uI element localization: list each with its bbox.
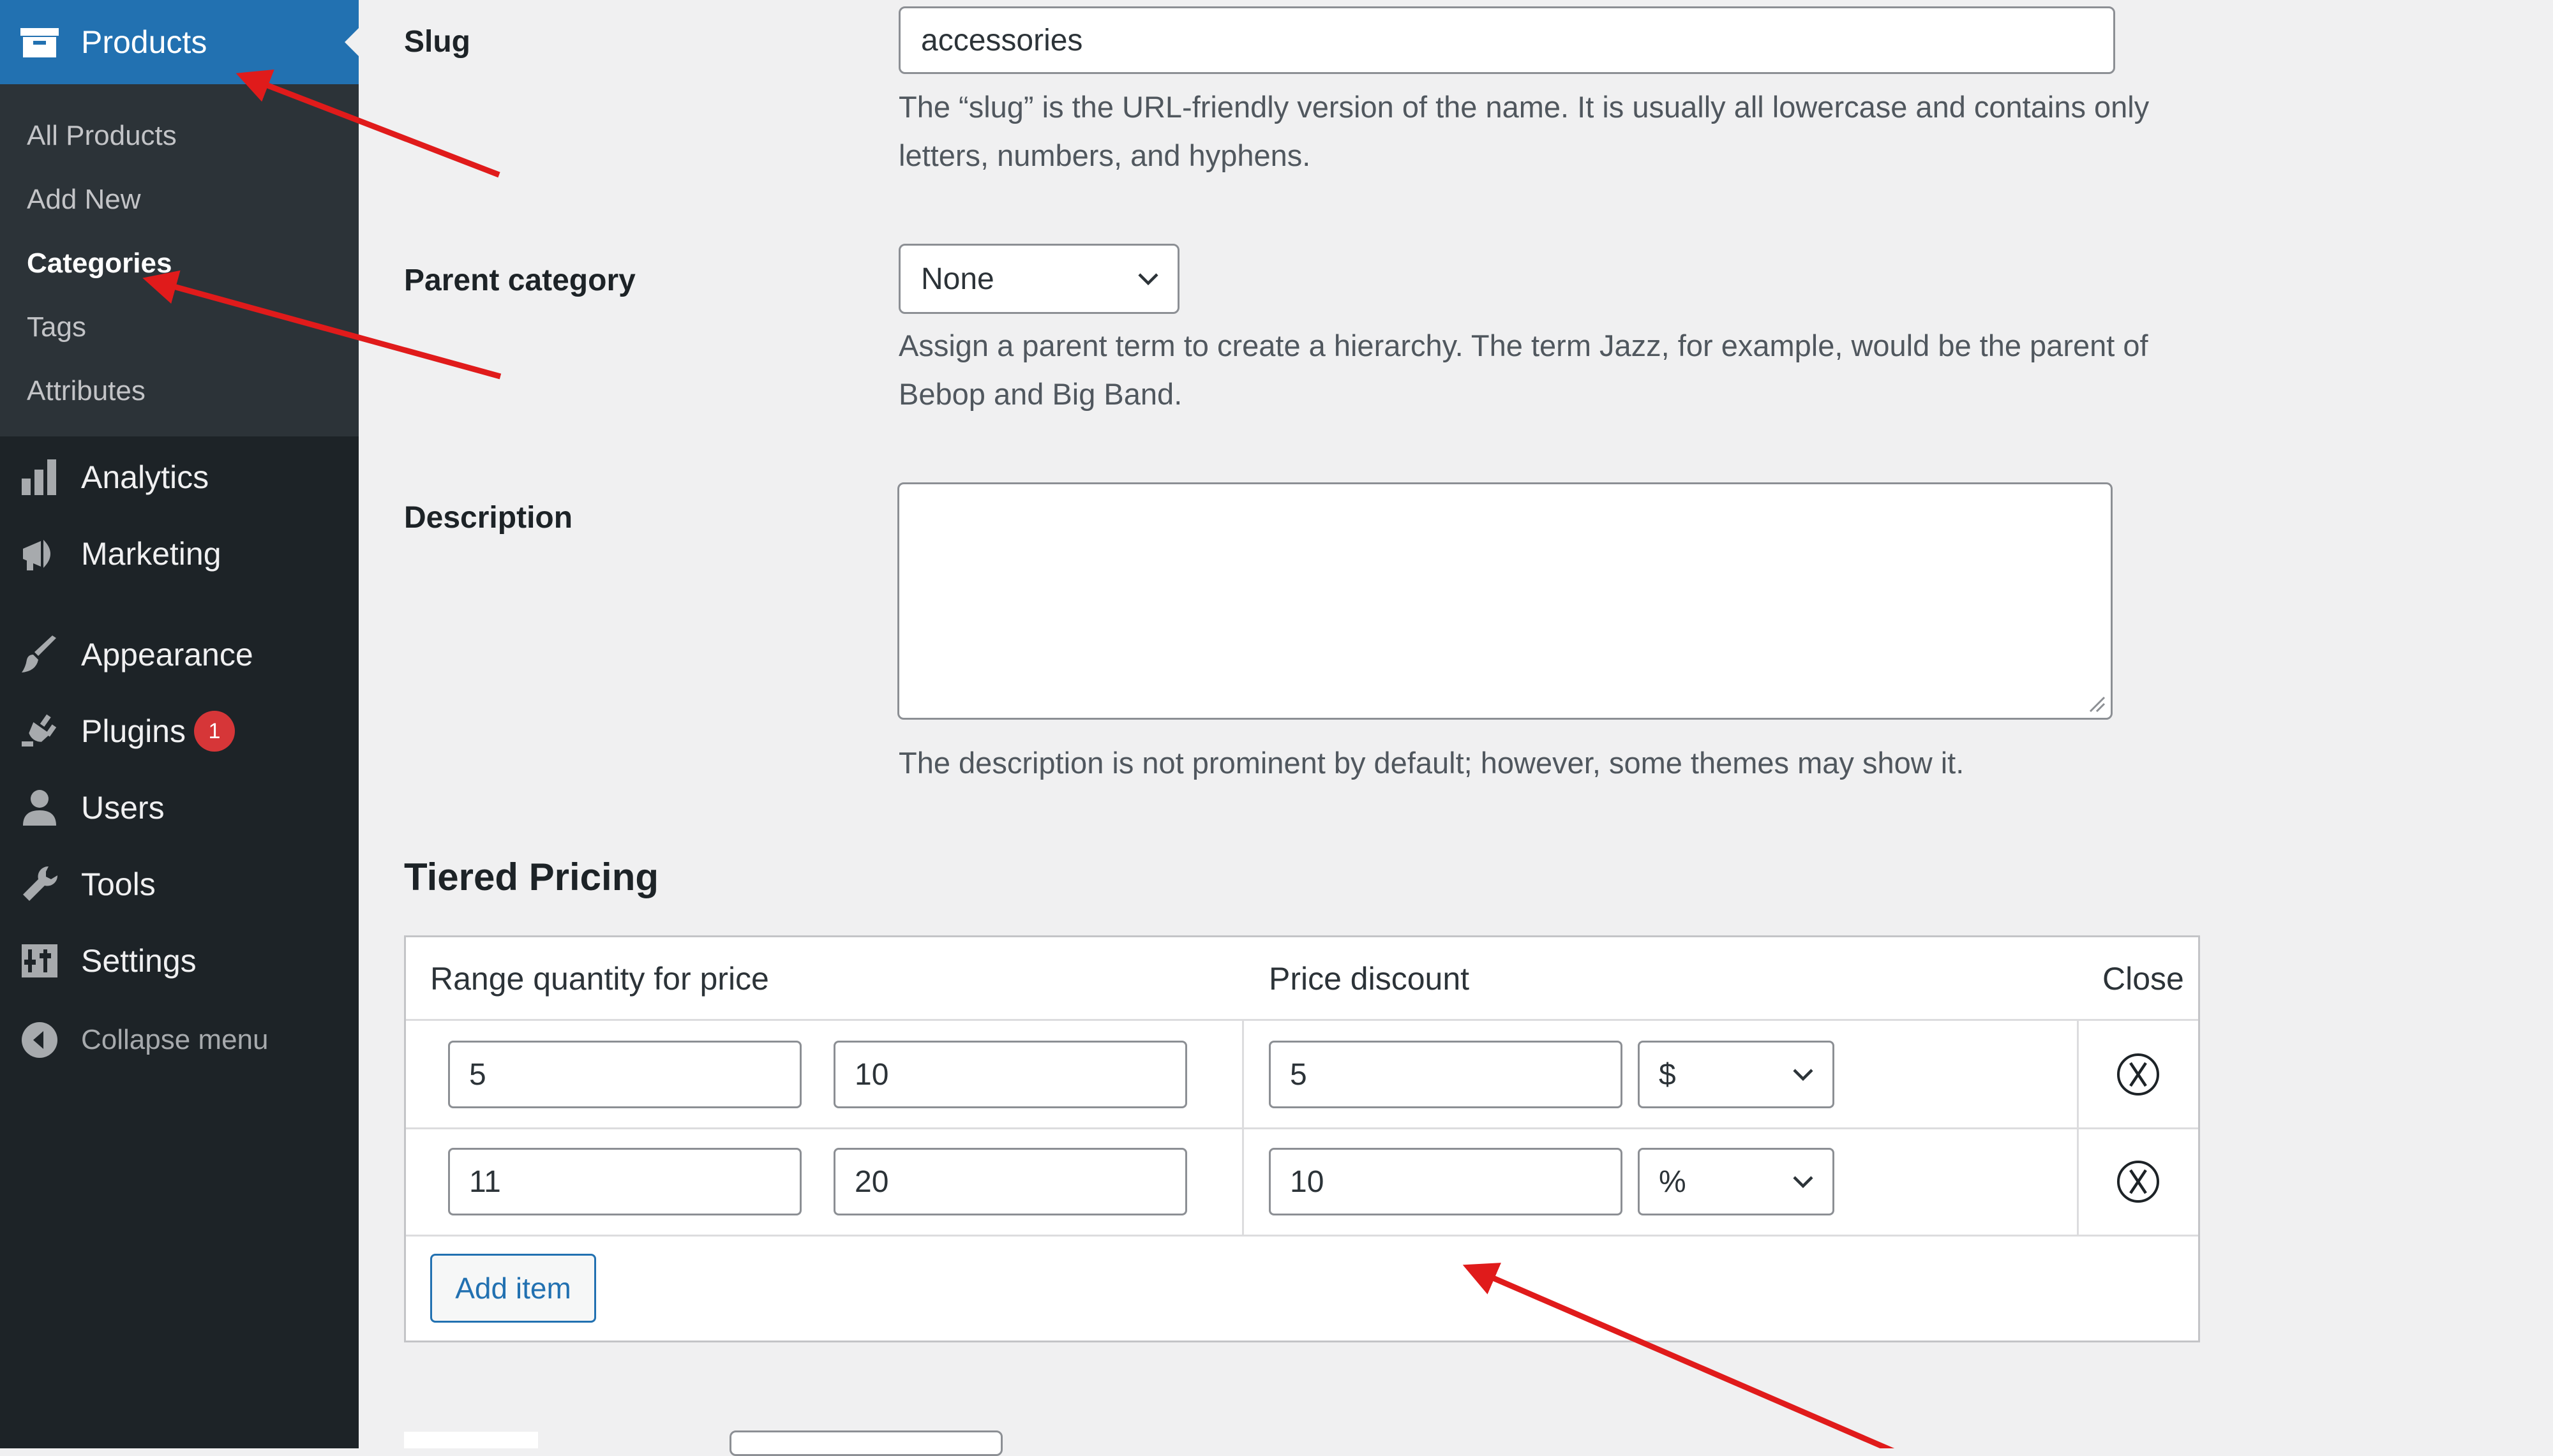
tier-discount-input[interactable]: 5: [1269, 1041, 1622, 1108]
parent-category-value: None: [921, 262, 994, 296]
products-submenu: All Products Add New Categories Tags Att…: [0, 84, 359, 436]
chevron-down-icon: [1793, 1069, 1813, 1081]
submenu-tags[interactable]: Tags: [27, 311, 86, 343]
resize-grip-icon[interactable]: [2086, 694, 2106, 713]
row-divider: [406, 1127, 2198, 1129]
tier-discount-input[interactable]: 10: [1269, 1148, 1622, 1215]
tier-discount-type-select[interactable]: %: [1638, 1148, 1834, 1215]
parent-category-select[interactable]: None: [899, 244, 1179, 314]
paintbrush-icon: [19, 634, 60, 675]
menu-settings-label: Settings: [81, 943, 197, 979]
menu-users-label: Users: [81, 790, 165, 826]
submenu-categories[interactable]: Categories: [27, 248, 172, 279]
add-item-button[interactable]: Add item: [430, 1254, 596, 1323]
submenu-attributes[interactable]: Attributes: [27, 375, 146, 407]
header-price-discount: Price discount: [1269, 961, 1470, 997]
tier-max-quantity-input[interactable]: 10: [834, 1041, 1187, 1108]
collapse-menu-label: Collapse menu: [81, 1024, 269, 1055]
menu-marketing-label: Marketing: [81, 536, 221, 572]
wrench-icon: [19, 864, 60, 905]
tier-min-quantity-input[interactable]: 5: [448, 1041, 802, 1108]
menu-appearance-label: Appearance: [81, 637, 253, 672]
chevron-down-icon: [1138, 273, 1158, 286]
tiered-pricing-table: Range quantity for price Price discount …: [404, 935, 2200, 1342]
field-partial[interactable]: [730, 1430, 1003, 1456]
menu-settings[interactable]: Settings: [0, 923, 359, 999]
menu-users[interactable]: Users: [0, 769, 359, 846]
update-count-badge: 1: [194, 711, 235, 752]
chevron-down-icon: [1793, 1176, 1813, 1189]
tier-discount-type-select[interactable]: $: [1638, 1041, 1834, 1108]
header-close: Close: [2102, 961, 2184, 997]
slug-input[interactable]: accessories: [899, 6, 2115, 74]
tier-min-quantity-input[interactable]: 11: [448, 1148, 802, 1215]
menu-plugins[interactable]: Plugins 1: [0, 693, 359, 769]
parent-category-label: Parent category: [404, 264, 636, 297]
column-divider: [1242, 1019, 1244, 1235]
tier-max-quantity-input[interactable]: 20: [834, 1148, 1187, 1215]
menu-products[interactable]: Products: [0, 0, 359, 84]
remove-row-icon[interactable]: [2116, 1053, 2160, 1096]
description-help-text: The description is not prominent by defa…: [899, 746, 1965, 780]
submit-button-partial[interactable]: [404, 1432, 538, 1448]
menu-appearance[interactable]: Appearance: [0, 616, 359, 693]
admin-sidebar: Products All Products Add New Categories…: [0, 0, 359, 1448]
menu-tools[interactable]: Tools: [0, 846, 359, 923]
description-label: Description: [404, 501, 573, 535]
current-menu-indicator: [345, 28, 359, 56]
discount-type-value: %: [1659, 1164, 1686, 1199]
archive-icon: [19, 22, 60, 63]
megaphone-icon: [19, 533, 60, 574]
column-divider: [2077, 1019, 2079, 1235]
row-divider: [406, 1235, 2198, 1237]
header-divider: [406, 1019, 2198, 1021]
parent-category-help-text: Assign a parent term to create a hierarc…: [899, 329, 2148, 411]
collapse-menu-button[interactable]: Collapse menu: [0, 1002, 359, 1078]
menu-marketing[interactable]: Marketing: [0, 516, 359, 592]
submenu-add-new[interactable]: Add New: [27, 184, 141, 216]
bar-chart-icon: [19, 457, 60, 498]
menu-analytics[interactable]: Analytics: [0, 439, 359, 516]
menu-analytics-label: Analytics: [81, 459, 209, 495]
submenu-all-products[interactable]: All Products: [27, 120, 177, 152]
collapse-arrow-icon: [19, 1020, 60, 1060]
tiered-pricing-title: Tiered Pricing: [404, 856, 659, 898]
description-textarea[interactable]: [897, 482, 2113, 720]
user-icon: [19, 787, 60, 828]
header-range-quantity: Range quantity for price: [430, 961, 769, 997]
slug-label: Slug: [404, 25, 470, 59]
menu-tools-label: Tools: [81, 866, 156, 902]
settings-icon: [19, 940, 60, 981]
slug-help-text: The “slug” is the URL-friendly version o…: [899, 90, 2150, 172]
menu-products-label: Products: [81, 24, 207, 60]
plug-icon: [19, 711, 60, 752]
menu-plugins-label: Plugins: [81, 713, 186, 749]
remove-row-icon[interactable]: [2116, 1160, 2160, 1203]
discount-type-value: $: [1659, 1057, 1676, 1092]
